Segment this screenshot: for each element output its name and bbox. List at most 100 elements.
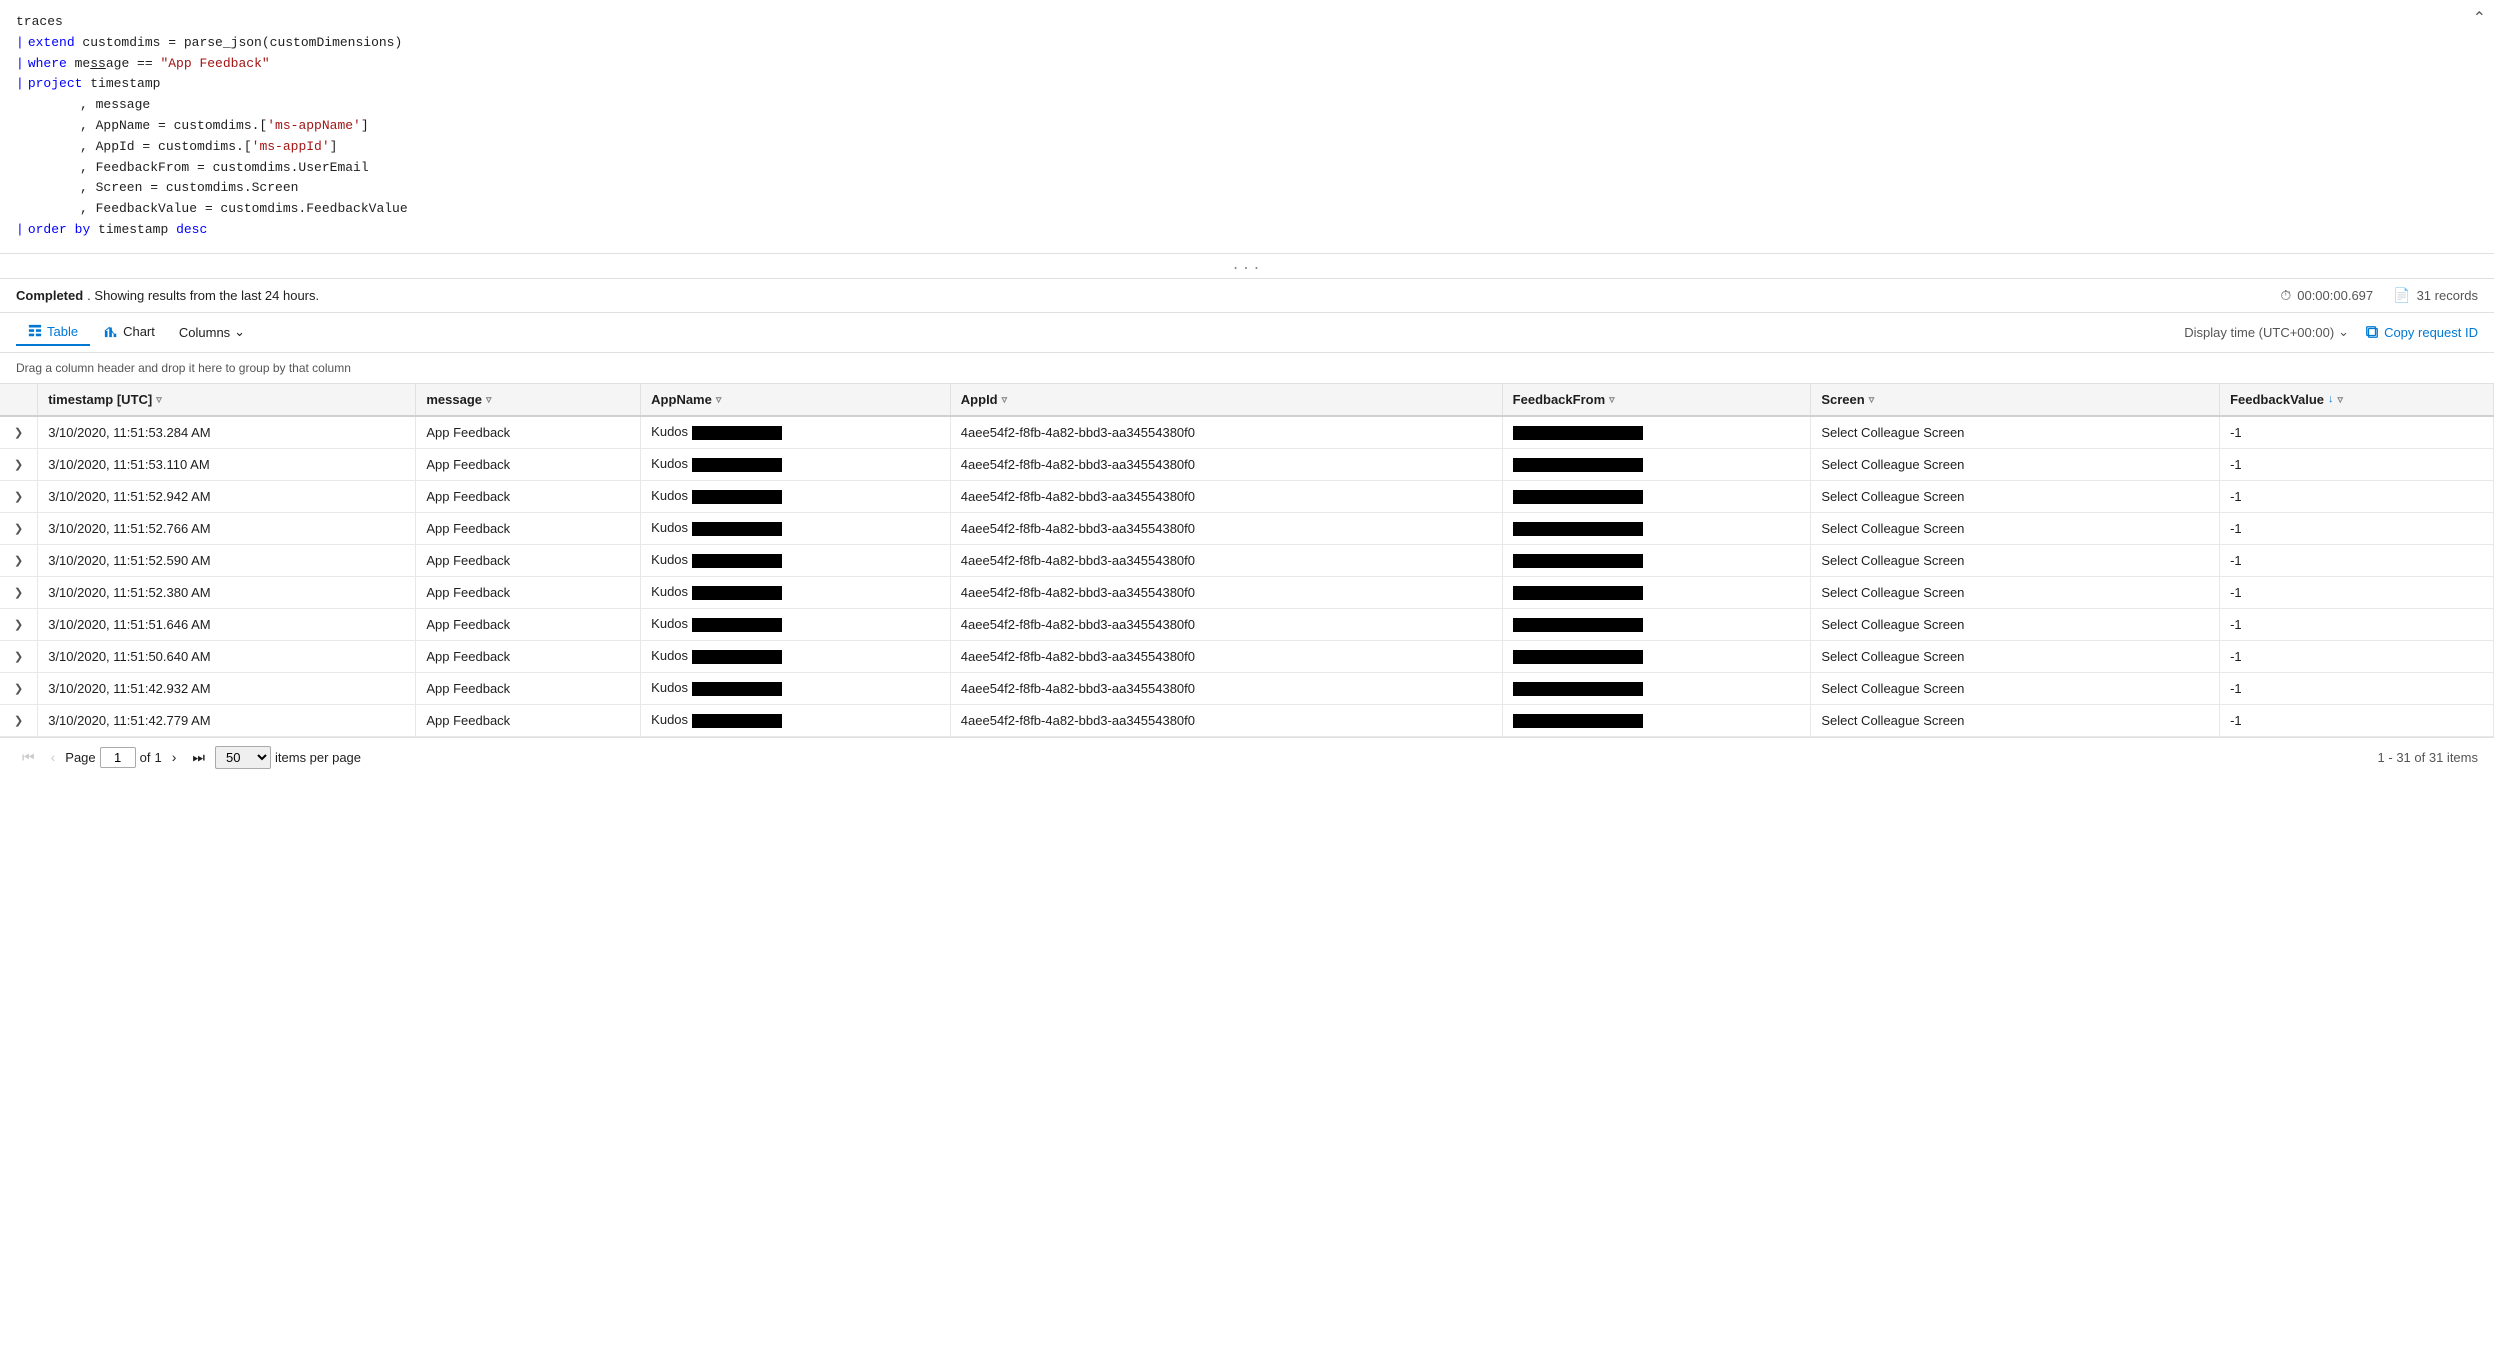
row-appname: Kudos <box>641 480 951 512</box>
th-feedbackfrom-label: FeedbackFrom <box>1513 392 1605 407</box>
screen-filter-icon[interactable]: ▿ <box>1869 393 1875 406</box>
th-feedbackvalue[interactable]: FeedbackValue ↓ ▿ <box>2220 384 2494 416</box>
row-screen: Select Colleague Screen <box>1811 544 2220 576</box>
code-line-9: , Screen = customdims.Screen <box>16 178 2478 199</box>
per-page-select[interactable]: 50 100 200 <box>215 746 271 769</box>
timestamp-filter-icon[interactable]: ▿ <box>156 393 162 406</box>
row-expand-button[interactable]: ❯ <box>10 712 27 729</box>
row-expand-cell: ❯ <box>0 608 38 640</box>
feedbackfrom-redacted <box>1513 458 1643 472</box>
row-expand-cell: ❯ <box>0 512 38 544</box>
data-table-wrapper: timestamp [UTC] ▿ message ▿ AppName ▿ <box>0 384 2494 737</box>
row-feedbackvalue: -1 <box>2220 448 2494 480</box>
last-page-button[interactable]: ⏭ <box>186 746 211 769</box>
code-editor: traces | extend customdims = parse_json(… <box>0 0 2494 254</box>
tab-table[interactable]: Table <box>16 319 90 346</box>
drag-hint: Drag a column header and drop it here to… <box>0 353 2494 384</box>
row-expand-cell: ❯ <box>0 416 38 449</box>
feedbackfrom-redacted <box>1513 618 1643 632</box>
row-timestamp: 3/10/2020, 11:51:52.380 AM <box>38 576 416 608</box>
table-icon <box>28 324 42 338</box>
row-appid: 4aee54f2-f8fb-4a82-bbd3-aa34554380f0 <box>950 512 1502 544</box>
appname-redacted <box>692 458 782 472</box>
row-expand-button[interactable]: ❯ <box>10 616 27 633</box>
feedbackfrom-redacted <box>1513 490 1643 504</box>
feedbackfrom-redacted <box>1513 714 1643 728</box>
code-line-7: , AppId = customdims.['ms-appId'] <box>16 137 2478 158</box>
row-message: App Feedback <box>416 576 641 608</box>
row-screen: Select Colleague Screen <box>1811 704 2220 736</box>
row-expand-button[interactable]: ❯ <box>10 424 27 441</box>
row-feedbackvalue: -1 <box>2220 704 2494 736</box>
th-appname[interactable]: AppName ▿ <box>641 384 951 416</box>
table-row: ❯ 3/10/2020, 11:51:53.110 AM App Feedbac… <box>0 448 2494 480</box>
page-input[interactable] <box>100 747 136 768</box>
row-expand-button[interactable]: ❯ <box>10 680 27 697</box>
status-records: 📄 31 records <box>2393 287 2478 304</box>
appname-redacted <box>692 554 782 568</box>
row-message: App Feedback <box>416 512 641 544</box>
row-feedbackfrom <box>1502 544 1811 576</box>
feedbackfrom-redacted <box>1513 650 1643 664</box>
document-icon: 📄 <box>2393 287 2410 304</box>
feedbackfrom-filter-icon[interactable]: ▿ <box>1609 393 1615 406</box>
feedbackfrom-redacted <box>1513 522 1643 536</box>
message-filter-icon[interactable]: ▿ <box>486 393 492 406</box>
row-appid: 4aee54f2-f8fb-4a82-bbd3-aa34554380f0 <box>950 640 1502 672</box>
row-expand-button[interactable]: ❯ <box>10 552 27 569</box>
th-appid[interactable]: AppId ▿ <box>950 384 1502 416</box>
code-line-4: | project timestamp <box>16 74 2478 95</box>
feedbackvalue-sort-icon[interactable]: ↓ <box>2328 393 2334 405</box>
row-message: App Feedback <box>416 672 641 704</box>
row-appid: 4aee54f2-f8fb-4a82-bbd3-aa34554380f0 <box>950 672 1502 704</box>
row-appid: 4aee54f2-f8fb-4a82-bbd3-aa34554380f0 <box>950 544 1502 576</box>
appname-filter-icon[interactable]: ▿ <box>716 393 722 406</box>
status-left: Completed . Showing results from the las… <box>16 288 319 303</box>
th-feedbackvalue-label: FeedbackValue <box>2230 392 2324 407</box>
th-feedbackfrom[interactable]: FeedbackFrom ▿ <box>1502 384 1811 416</box>
feedbackfrom-redacted <box>1513 586 1643 600</box>
next-page-button[interactable]: › <box>166 746 183 768</box>
row-feedbackvalue: -1 <box>2220 416 2494 449</box>
row-screen: Select Colleague Screen <box>1811 416 2220 449</box>
collapse-button[interactable]: ⌃ <box>2473 8 2486 28</box>
row-expand-button[interactable]: ❯ <box>10 648 27 665</box>
row-message: App Feedback <box>416 448 641 480</box>
items-per-page-label: items per page <box>275 750 361 765</box>
copy-request-label: Copy request ID <box>2384 325 2478 340</box>
row-feedbackfrom <box>1502 640 1811 672</box>
row-timestamp: 3/10/2020, 11:51:51.646 AM <box>38 608 416 640</box>
feedbackvalue-filter-icon[interactable]: ▿ <box>2338 393 2344 406</box>
th-timestamp[interactable]: timestamp [UTC] ▿ <box>38 384 416 416</box>
page-label: Page <box>65 750 95 765</box>
row-feedbackfrom <box>1502 512 1811 544</box>
code-line-11: | order by timestamp desc <box>16 220 2478 241</box>
row-expand-button[interactable]: ❯ <box>10 520 27 537</box>
results-table: timestamp [UTC] ▿ message ▿ AppName ▿ <box>0 384 2494 737</box>
table-row: ❯ 3/10/2020, 11:51:51.646 AM App Feedbac… <box>0 608 2494 640</box>
row-expand-button[interactable]: ❯ <box>10 584 27 601</box>
appname-redacted <box>692 682 782 696</box>
appname-redacted <box>692 650 782 664</box>
copy-request[interactable]: Copy request ID <box>2365 325 2478 340</box>
row-feedbackfrom <box>1502 416 1811 449</box>
row-appname: Kudos <box>641 576 951 608</box>
row-expand-button[interactable]: ❯ <box>10 488 27 505</box>
row-appname: Kudos <box>641 672 951 704</box>
th-message[interactable]: message ▿ <box>416 384 641 416</box>
row-appname: Kudos <box>641 640 951 672</box>
row-expand-cell: ❯ <box>0 480 38 512</box>
row-appname: Kudos <box>641 512 951 544</box>
th-expand <box>0 384 38 416</box>
first-page-button[interactable]: ⏮ <box>16 746 41 769</box>
prev-page-button[interactable]: ‹ <box>45 746 62 768</box>
tab-chart[interactable]: Chart <box>92 319 167 346</box>
th-screen[interactable]: Screen ▿ <box>1811 384 2220 416</box>
columns-button[interactable]: Columns ⌄ <box>169 319 255 345</box>
row-appname: Kudos <box>641 416 951 449</box>
row-timestamp: 3/10/2020, 11:51:52.942 AM <box>38 480 416 512</box>
display-time[interactable]: Display time (UTC+00:00) ⌄ <box>2184 324 2349 340</box>
appid-filter-icon[interactable]: ▿ <box>1002 393 1008 406</box>
row-feedbackfrom <box>1502 480 1811 512</box>
row-expand-button[interactable]: ❯ <box>10 456 27 473</box>
